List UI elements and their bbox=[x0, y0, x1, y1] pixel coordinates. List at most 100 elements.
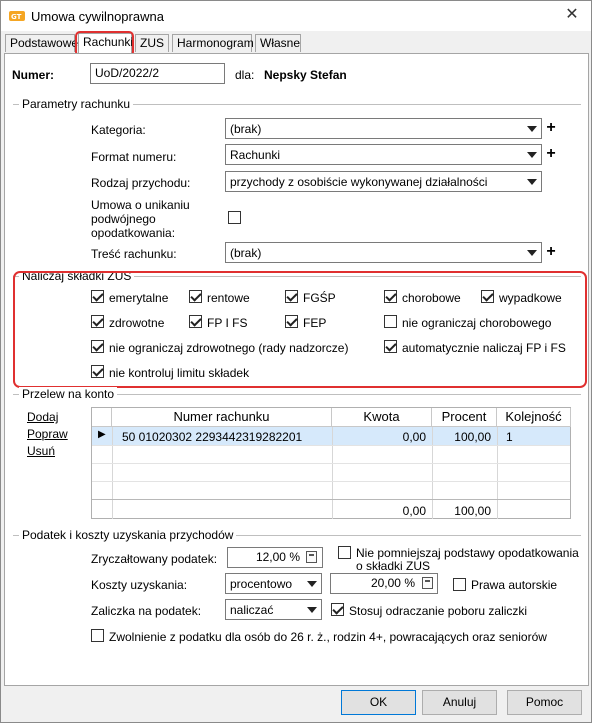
number-label: Numer: bbox=[12, 68, 55, 82]
total-amount: 0,00 bbox=[402, 504, 426, 518]
column-header-amount[interactable]: Kwota bbox=[332, 408, 432, 427]
advance-label: Zaliczka na podatek: bbox=[91, 604, 202, 618]
edit-account-link[interactable]: Popraw bbox=[27, 427, 68, 441]
category-label: Kategoria: bbox=[91, 123, 146, 137]
income-select[interactable]: przychody z osobiście wykonywanej działa… bbox=[225, 171, 542, 192]
no-control-label: nie kontroluj limitu składek bbox=[109, 366, 250, 380]
tax-group: Podatek i koszty uzyskania przychodów bbox=[13, 528, 581, 542]
chevron-down-icon bbox=[527, 250, 537, 256]
rentowe-label: rentowe bbox=[207, 291, 250, 305]
costs-type-value: procentowo bbox=[230, 577, 293, 591]
auto-fp-label: automatycznie naliczaj FP i FS bbox=[402, 341, 566, 355]
no-reduce-label-2: o składki ZUS bbox=[356, 559, 431, 573]
calculator-icon[interactable] bbox=[306, 551, 317, 563]
column-divider bbox=[112, 427, 113, 519]
zus-group-title: Naliczaj składki ZUS bbox=[19, 269, 135, 283]
no-limit-sick-label: nie ograniczaj chorobowego bbox=[402, 316, 552, 330]
total-percent: 100,00 bbox=[454, 504, 491, 518]
column-divider bbox=[497, 427, 498, 519]
for-value: Nepsky Stefan bbox=[264, 68, 347, 82]
totals-divider bbox=[92, 499, 570, 500]
add-format-icon[interactable]: + bbox=[543, 145, 559, 164]
emerytalne-checkbox[interactable] bbox=[91, 290, 104, 303]
cancel-button[interactable]: Anuluj bbox=[422, 690, 497, 715]
accounts-table[interactable]: Numer rachunku Kwota Procent Kolejność ▶… bbox=[91, 407, 571, 519]
costs-label: Koszty uzyskania: bbox=[91, 578, 188, 592]
tab-podstawowe[interactable]: Podstawowe bbox=[5, 34, 78, 52]
chorobowe-checkbox[interactable] bbox=[384, 290, 397, 303]
row-account: 50 01020302 2293442319282201 bbox=[122, 430, 303, 444]
double-tax-label-1: Umowa o unikaniu bbox=[91, 198, 190, 212]
income-label: Rodzaj przychodu: bbox=[91, 176, 191, 190]
format-value: Rachunki bbox=[230, 148, 281, 162]
fgsp-checkbox[interactable] bbox=[285, 290, 298, 303]
no-limit-sick-checkbox[interactable] bbox=[384, 315, 397, 328]
chorobowe-label: chorobowe bbox=[402, 291, 461, 305]
params-group-title: Parametry rachunku bbox=[19, 97, 134, 111]
table-header-indicator bbox=[92, 408, 112, 427]
row-divider bbox=[92, 481, 570, 482]
chevron-down-icon bbox=[307, 607, 317, 613]
double-tax-label-2: podwójnego bbox=[91, 212, 156, 226]
chevron-down-icon bbox=[527, 126, 537, 132]
double-tax-label-3: opodatkowania: bbox=[91, 226, 176, 240]
content-select[interactable]: (brak) bbox=[225, 242, 542, 263]
advance-value: naliczać bbox=[230, 603, 274, 617]
zdrowotne-label: zdrowotne bbox=[109, 316, 165, 330]
tab-harmonogram[interactable]: Harmonogram bbox=[172, 34, 254, 52]
income-value: przychody z osobiście wykonywanej działa… bbox=[230, 175, 488, 189]
format-select[interactable]: Rachunki bbox=[225, 144, 542, 165]
costs-type-select[interactable]: procentowo bbox=[225, 573, 322, 594]
double-tax-checkbox[interactable] bbox=[228, 211, 241, 224]
fep-checkbox[interactable] bbox=[285, 315, 298, 328]
fpifs-label: FP I FS bbox=[207, 316, 248, 330]
fpifs-checkbox[interactable] bbox=[189, 315, 202, 328]
transfer-group: Przelew na konto bbox=[13, 387, 581, 401]
row-divider bbox=[92, 463, 570, 464]
rentowe-checkbox[interactable] bbox=[189, 290, 202, 303]
fep-label: FEP bbox=[303, 316, 327, 330]
tab-rachunki[interactable]: Rachunki bbox=[78, 33, 133, 53]
help-button[interactable]: Pomoc bbox=[507, 690, 582, 715]
row-pointer-icon: ▶ bbox=[98, 429, 106, 440]
calculator-icon[interactable] bbox=[422, 577, 433, 589]
defer-checkbox[interactable] bbox=[331, 603, 344, 616]
remove-account-link[interactable]: Usuń bbox=[27, 444, 55, 458]
exempt-label: Zwolnienie z podatku dla osób do 26 r. ż… bbox=[109, 630, 547, 644]
zdrowotne-checkbox[interactable] bbox=[91, 315, 104, 328]
add-content-icon[interactable]: + bbox=[543, 243, 559, 262]
column-header-percent[interactable]: Procent bbox=[432, 408, 497, 427]
wypadkowe-checkbox[interactable] bbox=[481, 290, 494, 303]
chevron-down-icon bbox=[527, 179, 537, 185]
wypadkowe-label: wypadkowe bbox=[499, 291, 562, 305]
no-reduce-checkbox[interactable] bbox=[338, 546, 351, 559]
tab-wlasne[interactable]: Własne bbox=[255, 34, 301, 52]
ok-button[interactable]: OK bbox=[341, 690, 416, 715]
for-label: dla: bbox=[235, 68, 255, 82]
add-account-link[interactable]: Dodaj bbox=[27, 410, 58, 424]
advance-select[interactable]: naliczać bbox=[225, 599, 322, 620]
exempt-checkbox[interactable] bbox=[91, 629, 104, 642]
column-header-order[interactable]: Kolejność bbox=[497, 408, 571, 427]
svg-text:GT: GT bbox=[11, 13, 22, 21]
tab-zus[interactable]: ZUS bbox=[135, 34, 169, 52]
close-icon[interactable]: ✕ bbox=[563, 6, 581, 24]
category-value: (brak) bbox=[230, 122, 262, 136]
no-limit-health-checkbox[interactable] bbox=[91, 340, 104, 353]
no-control-checkbox[interactable] bbox=[91, 365, 104, 378]
content-label: Treść rachunku: bbox=[91, 247, 177, 261]
tax-group-title: Podatek i koszty uzyskania przychodów bbox=[19, 528, 237, 542]
dialog-window: GT Umowa cywilnoprawna ✕ Podstawowe Rach… bbox=[0, 0, 592, 723]
defer-label: Stosuj odraczanie poboru zaliczki bbox=[349, 604, 528, 618]
category-select[interactable]: (brak) bbox=[225, 118, 542, 139]
chevron-down-icon bbox=[307, 581, 317, 587]
column-header-account[interactable]: Numer rachunku bbox=[112, 408, 332, 427]
row-divider bbox=[92, 445, 570, 446]
window-title: Umowa cywilnoprawna bbox=[31, 9, 164, 24]
add-category-icon[interactable]: + bbox=[543, 119, 559, 138]
number-input[interactable]: UoD/2022/2 bbox=[90, 63, 225, 84]
copyright-checkbox[interactable] bbox=[453, 578, 466, 591]
emerytalne-label: emerytalne bbox=[109, 291, 169, 305]
auto-fp-checkbox[interactable] bbox=[384, 340, 397, 353]
fgsp-label: FGŚP bbox=[303, 291, 336, 305]
